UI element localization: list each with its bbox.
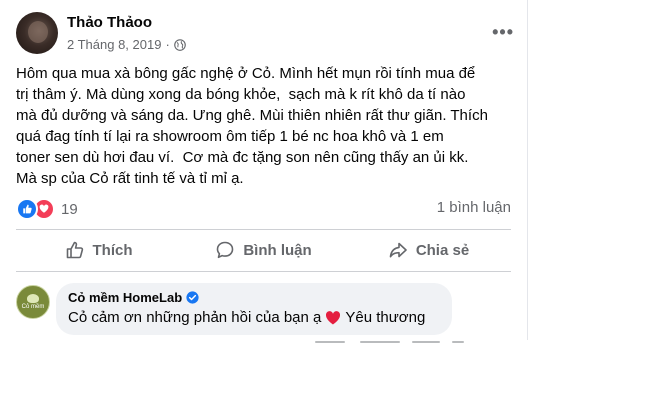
like-reaction-icon [16,198,38,220]
comment-text-row: Cỏ cảm ơn những phản hồi của bạn ạ Yêu t… [68,309,425,326]
verified-badge-icon [186,291,199,304]
divider-bottom [16,271,511,272]
comment-button[interactable]: Bình luận [181,232,346,268]
commenter-avatar[interactable]: Cỏ mềm [16,285,50,319]
reaction-count: 19 [61,200,78,218]
speech-bubble-icon [217,241,234,259]
comment-text: Cỏ cảm ơn những phản hồi của bạn ạ [68,309,322,326]
commenter-avatar-text: Cỏ mềm [21,303,45,310]
cutoff-next-line [0,341,527,345]
share-label: Chia sẻ [415,241,470,259]
post-card: Thảo Thảoo 2 Tháng 8, 2019 · ••• Hôm qua… [0,0,528,343]
post-actions: Thích Bình luận Chia sẻ [16,232,511,268]
commenter-name[interactable]: Cỏ mềm HomeLab [68,290,182,305]
comment-bubble: Cỏ mềm HomeLab Cỏ cảm ơn những phản hồi … [56,283,452,335]
author-name[interactable]: Thảo Thảoo [67,14,152,31]
like-label: Thích [92,241,133,259]
post-date[interactable]: 2 Tháng 8, 2019 [67,37,161,52]
comment-count[interactable]: 1 bình luận [437,199,511,216]
comment-text-after: Yêu thương [345,309,426,326]
post-stats: 19 1 bình luận [16,196,511,220]
thumbs-up-icon [66,241,83,259]
globe-icon[interactable] [173,38,186,51]
post-meta: 2 Tháng 8, 2019 · [67,37,186,52]
like-button[interactable]: Thích [16,232,181,268]
comment-label: Bình luận [243,241,312,259]
more-options-button[interactable]: ••• [492,22,514,43]
comment-item: Cỏ mềm Cỏ mềm HomeLab Cỏ cảm ơn những ph… [16,283,516,339]
reactions-summary[interactable]: 19 [16,198,78,220]
share-button[interactable]: Chia sẻ [346,232,511,268]
commenter-row: Cỏ mềm HomeLab [68,290,199,305]
divider-top [16,229,511,230]
share-arrow-icon [389,242,407,258]
leaf-logo-icon [27,293,39,303]
post-header: Thảo Thảoo 2 Tháng 8, 2019 · ••• [16,12,516,56]
red-heart-icon [326,310,341,324]
dot-separator: · [165,37,170,52]
post-body: Hôm qua mua xà bông gấc nghệ ở Cỏ. Mình … [16,65,488,187]
author-avatar[interactable] [16,12,58,54]
